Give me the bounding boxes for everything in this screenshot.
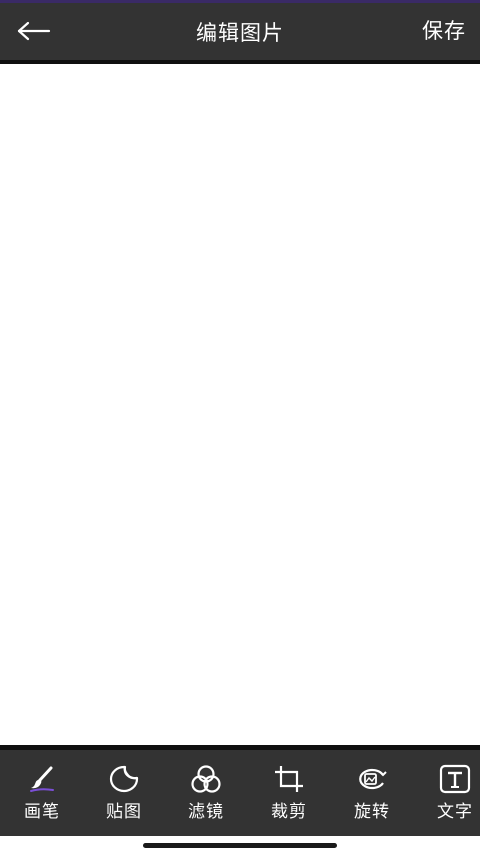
home-indicator[interactable] xyxy=(143,843,337,848)
tool-crop[interactable]: 裁剪 xyxy=(254,764,324,826)
tool-crop-label: 裁剪 xyxy=(271,802,307,822)
tool-rotate[interactable]: 旋转 xyxy=(337,764,407,826)
filter-icon xyxy=(189,764,223,794)
brush-icon xyxy=(25,764,59,794)
edit-toolbar: 画笔 贴图 滤镜 裁剪 旋转 文字 xyxy=(0,750,480,836)
tool-filter-label: 滤镜 xyxy=(188,802,224,822)
image-canvas[interactable] xyxy=(0,64,480,745)
tool-sticker-label: 贴图 xyxy=(106,802,142,822)
header-bar: 编辑图片 保存 xyxy=(0,3,480,60)
page-title: 编辑图片 xyxy=(196,20,284,45)
tool-brush[interactable]: 画笔 xyxy=(7,764,77,826)
save-button[interactable]: 保存 xyxy=(422,15,466,45)
tool-text-label: 文字 xyxy=(437,802,473,822)
tool-rotate-label: 旋转 xyxy=(354,802,390,822)
rotate-icon xyxy=(355,764,389,794)
back-arrow-icon xyxy=(17,21,51,41)
sticker-icon xyxy=(107,764,141,794)
text-icon xyxy=(438,764,472,794)
tool-brush-label: 画笔 xyxy=(24,802,60,822)
tool-filter[interactable]: 滤镜 xyxy=(171,764,241,826)
back-button[interactable] xyxy=(14,13,54,49)
tool-text[interactable]: 文字 xyxy=(420,764,480,826)
tool-sticker[interactable]: 贴图 xyxy=(89,764,159,826)
crop-icon xyxy=(272,764,306,794)
